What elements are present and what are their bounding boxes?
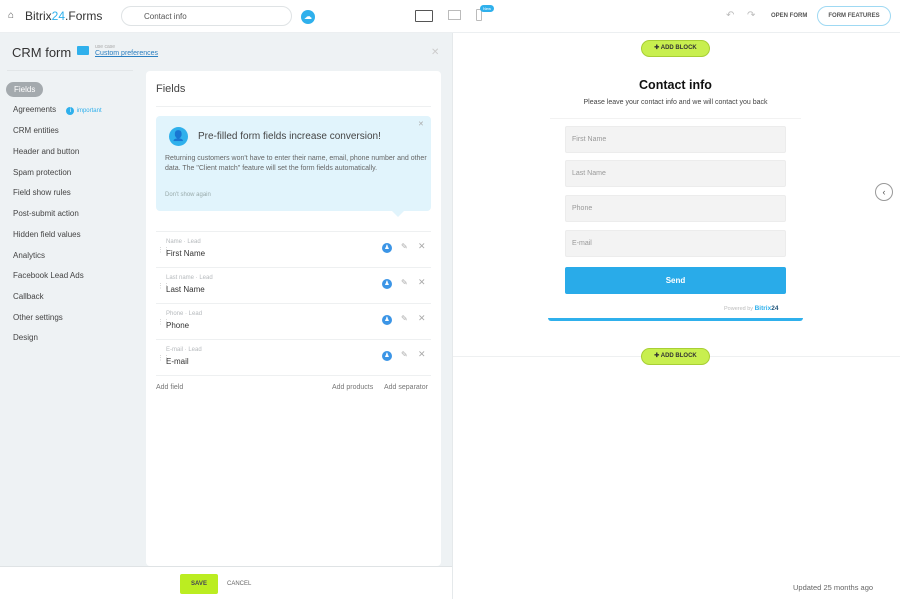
client-match-icon: 👤 <box>169 127 188 146</box>
edit-icon[interactable]: ✎ <box>401 350 408 359</box>
sidebar-item-agreements[interactable]: Agreements i important <box>13 105 102 115</box>
sidebar-item-show-rules[interactable]: Field show rules <box>13 188 71 197</box>
sidebar-item-header-button[interactable]: Header and button <box>13 147 79 156</box>
client-match-icon[interactable]: ♟ <box>382 351 392 361</box>
use-case-icon <box>77 46 89 55</box>
collapse-arrow-button[interactable]: ‹ <box>875 183 893 201</box>
field-row[interactable]: ⋮⋮ Name · Lead First Name ♟ ✎ ✕ <box>156 231 431 267</box>
add-block-button[interactable]: ✚ ADD BLOCK <box>641 348 710 365</box>
dont-show-link[interactable]: Don't show again <box>165 192 211 198</box>
last-name-input[interactable]: Last Name <box>565 160 786 187</box>
undo-icon[interactable]: ↶ <box>726 10 734 21</box>
sidebar-item-callback[interactable]: Callback <box>13 292 44 301</box>
form-name-input[interactable]: Contact info <box>121 6 292 26</box>
field-row[interactable]: ⋮⋮ Phone · Lead Phone ♟ ✎ ✕ <box>156 303 431 339</box>
sidebar-item-hidden-values[interactable]: Hidden field values <box>13 230 81 239</box>
add-field-link[interactable]: Add field <box>156 384 183 391</box>
new-badge: New <box>480 5 495 12</box>
redo-icon[interactable]: ↷ <box>747 10 755 21</box>
edit-icon[interactable]: ✎ <box>401 278 408 287</box>
desktop-icon[interactable] <box>415 10 433 22</box>
delete-icon[interactable]: ✕ <box>418 277 426 288</box>
updated-text: Updated 25 months ago <box>793 583 874 592</box>
sidebar-item-fields[interactable]: Fields <box>6 82 44 97</box>
close-icon[interactable]: ✕ <box>431 47 439 58</box>
sidebar-item-other[interactable]: Other settings <box>13 313 63 322</box>
fields-card: Fields 👤 Pre-filled form fields increase… <box>146 71 441 566</box>
email-input[interactable]: E-mail <box>565 230 786 257</box>
phone-input[interactable]: Phone <box>565 195 786 222</box>
sidebar-item-post-submit[interactable]: Post-submit action <box>13 209 79 218</box>
promo-title: Pre-filled form fields increase conversi… <box>198 131 381 142</box>
field-row[interactable]: ⋮⋮ Last name · Lead Last Name ♟ ✎ ✕ <box>156 267 431 303</box>
client-match-icon[interactable]: ♟ <box>382 315 392 325</box>
promo-text: Returning customers won't have to enter … <box>165 155 427 172</box>
use-case-link[interactable]: Custom preferences <box>95 50 158 57</box>
panel-title: CRM form <box>12 45 72 60</box>
send-button[interactable]: Send <box>565 267 786 294</box>
cloud-icon[interactable]: ☁ <box>301 10 315 24</box>
sidebar-item-facebook[interactable]: Facebook Lead Ads <box>13 271 84 280</box>
form-features-button[interactable]: FORM FEATURES <box>817 6 891 26</box>
top-bar: ⌂ Bitrix24.Forms Contact info ☁ New ↶ ↷ … <box>0 0 900 33</box>
promo-close-icon[interactable]: ✕ <box>418 120 424 128</box>
form-subtitle: Please leave your contact info and we wi… <box>583 99 768 106</box>
add-separator-link[interactable]: Add separator <box>384 384 428 391</box>
delete-icon[interactable]: ✕ <box>418 313 426 324</box>
tablet-icon[interactable] <box>448 10 461 20</box>
form-title: Contact info <box>639 78 712 92</box>
important-label: important <box>76 108 102 114</box>
cancel-button[interactable]: CANCEL <box>227 581 251 587</box>
fields-title: Fields <box>156 83 186 95</box>
add-products-link[interactable]: Add products <box>332 384 373 391</box>
edit-icon[interactable]: ✎ <box>401 314 408 323</box>
sidebar-item-crm-entities[interactable]: CRM entities <box>13 126 59 135</box>
delete-icon[interactable]: ✕ <box>418 349 426 360</box>
app-title: Bitrix24.Forms <box>25 9 103 23</box>
delete-icon[interactable]: ✕ <box>418 241 426 252</box>
client-match-icon[interactable]: ♟ <box>382 279 392 289</box>
add-block-button[interactable]: ✚ ADD BLOCK <box>641 40 710 57</box>
info-icon: i <box>66 107 75 115</box>
client-match-icon[interactable]: ♟ <box>382 243 392 253</box>
home-icon[interactable]: ⌂ <box>8 10 14 21</box>
open-form-button[interactable]: OPEN FORM <box>771 13 807 19</box>
sidebar-item-analytics[interactable]: Analytics <box>13 251 45 260</box>
save-button[interactable]: SAVE <box>180 574 218 594</box>
divider <box>7 70 133 71</box>
powered-by: Powered by Bitrix24 <box>724 305 779 312</box>
field-row[interactable]: ⋮⋮ E-mail · Lead E-mail ♟ ✎ ✕ <box>156 339 431 375</box>
footer-bar: SAVE CANCEL <box>0 566 452 599</box>
edit-icon[interactable]: ✎ <box>401 242 408 251</box>
sidebar-item-spam[interactable]: Spam protection <box>13 168 71 177</box>
first-name-input[interactable]: First Name <box>565 126 786 153</box>
promo-banner: 👤 Pre-filled form fields increase conver… <box>156 116 431 217</box>
form-bottom-border <box>548 318 803 321</box>
sidebar-item-design[interactable]: Design <box>13 333 38 342</box>
